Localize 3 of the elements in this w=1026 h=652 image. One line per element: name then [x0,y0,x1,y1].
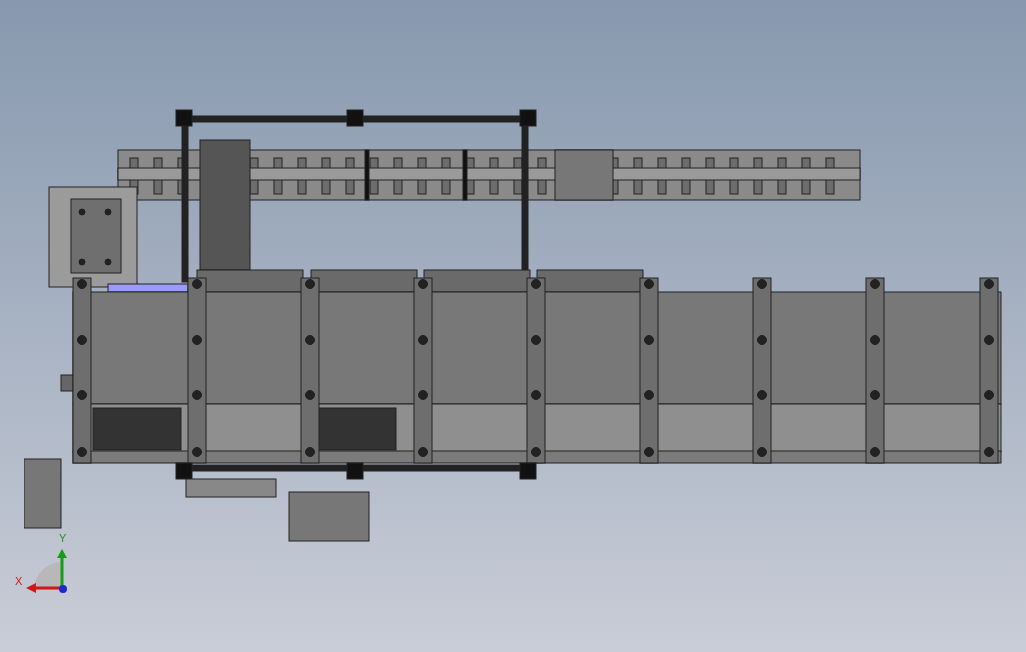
y-axis-label: Y [59,533,67,544]
axis-triad-icon [24,548,70,594]
x-axis-label: X [15,576,23,587]
